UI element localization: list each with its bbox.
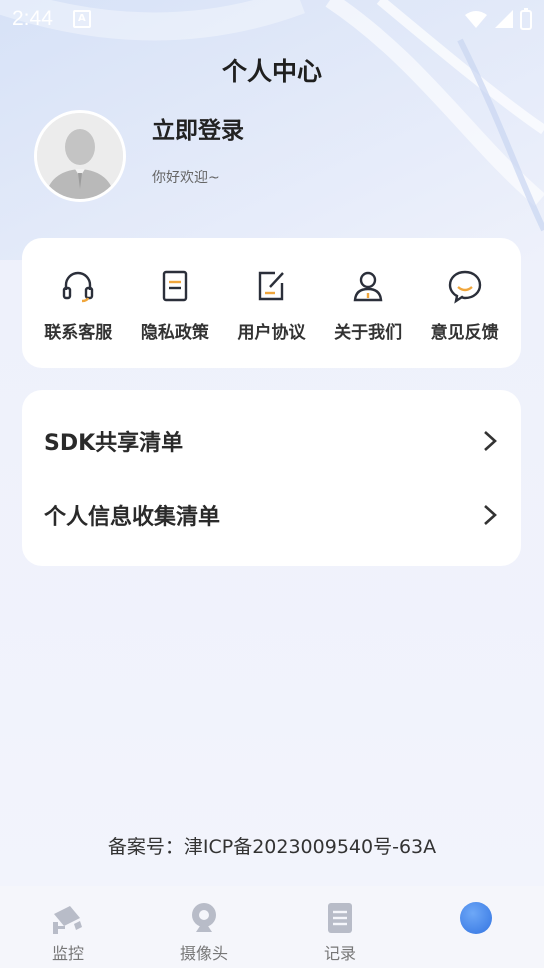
chevron-right-icon xyxy=(484,431,497,451)
chevron-right-icon xyxy=(484,505,497,525)
tab-label: 记录 xyxy=(323,944,356,963)
avatar[interactable] xyxy=(34,110,126,202)
tab-monitor[interactable]: 监控 xyxy=(0,886,136,968)
security-camera-icon xyxy=(53,906,82,934)
notification-icon: A xyxy=(72,10,91,28)
info-list-card: SDK共享清单 个人信息收集清单 xyxy=(22,390,521,566)
battery-icon xyxy=(520,8,532,30)
list-doc-icon xyxy=(328,903,352,933)
feedback-button[interactable]: 意见反馈 xyxy=(420,238,510,368)
login-button[interactable]: 立即登录 xyxy=(152,111,244,145)
quick-item-label: 关于我们 xyxy=(334,323,403,343)
profile-circle-icon xyxy=(460,902,492,934)
profile-section[interactable]: 立即登录 你好欢迎~ xyxy=(34,110,244,202)
webcam-icon xyxy=(192,903,216,932)
welcome-text: 你好欢迎~ xyxy=(152,170,220,186)
row-label: 个人信息收集清单 xyxy=(44,505,221,530)
page-title: 个人中心 xyxy=(221,57,322,86)
quick-actions-card: 联系客服 隐私政策 用户协议 关于我们 意见反馈 xyxy=(22,238,521,368)
quick-item-label: 用户协议 xyxy=(237,323,306,343)
row-label: SDK共享清单 xyxy=(44,431,184,456)
tab-profile[interactable] xyxy=(408,886,544,968)
quick-item-label: 隐私政策 xyxy=(140,323,209,343)
tab-camera[interactable]: 摄像头 xyxy=(136,886,272,968)
about-us-button[interactable]: 关于我们 xyxy=(323,238,413,368)
tab-records[interactable]: 记录 xyxy=(272,886,408,968)
privacy-policy-button[interactable]: 隐私政策 xyxy=(130,238,220,368)
edit-icon xyxy=(259,271,285,301)
icp-record-text: 备案号：津ICP备2023009540号-63A xyxy=(107,836,437,858)
sdk-share-list-row[interactable]: SDK共享清单 xyxy=(22,404,521,478)
status-bar: 2:44 A xyxy=(0,0,544,38)
tab-label: 摄像头 xyxy=(179,944,228,963)
personal-info-list-row[interactable]: 个人信息收集清单 xyxy=(22,478,521,552)
contact-support-button[interactable]: 联系客服 xyxy=(33,238,123,368)
user-agreement-button[interactable]: 用户协议 xyxy=(226,238,316,368)
default-avatar-icon xyxy=(37,113,123,199)
document-icon xyxy=(162,270,188,302)
bottom-tab-bar: 监控 摄像头 记录 xyxy=(0,886,544,968)
chat-bubble-icon xyxy=(448,270,481,304)
quick-item-label: 联系客服 xyxy=(44,323,113,343)
status-time: 2:44 xyxy=(12,7,53,30)
wifi-icon xyxy=(465,11,487,28)
tab-label: 监控 xyxy=(51,944,84,963)
headset-icon xyxy=(63,271,94,303)
signal-icon xyxy=(495,10,513,28)
quick-item-label: 意见反馈 xyxy=(430,323,499,343)
person-icon xyxy=(353,271,383,302)
